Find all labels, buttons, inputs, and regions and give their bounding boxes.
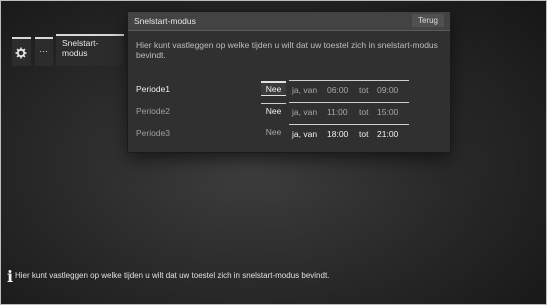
from-time[interactable]: 11:00 [327,107,348,117]
more-menu-button[interactable]: ··· [35,37,53,66]
info-text: Hier kunt vastleggen op welke tijden u w… [15,271,330,280]
to-time[interactable]: 09:00 [377,85,398,95]
dialog-title: Snelstart-modus [134,16,196,26]
from-time[interactable]: 18:00 [327,129,348,139]
dialog-description: Hier kunt vastleggen op welke tijden u w… [136,40,438,60]
period-row-1: Periode1 Nee ja, van 06:00 tot 09:00 [128,80,450,98]
tot-label: tot [359,129,369,139]
ja-van-label: ja, van [292,129,318,139]
time-range-option[interactable]: ja, van 11:00 tot 15:00 [289,102,409,119]
snelstart-dialog: Snelstart-modus Terug Hier kunt vastlegg… [128,12,450,152]
period-label: Periode1 [136,84,171,94]
from-time[interactable]: 06:00 [327,85,348,95]
tot-label: tot [359,85,369,95]
period-label: Periode3 [136,128,171,138]
nee-option[interactable]: Nee [261,81,286,96]
dialog-header: Snelstart-modus Terug [128,12,450,31]
snelstart-menu-label: Snelstart- modus [62,38,99,58]
snelstart-menu-item[interactable]: Snelstart- modus [56,34,124,66]
info-icon: i [7,267,14,286]
period-label: Periode2 [136,106,171,116]
tot-label: tot [359,107,369,117]
gear-icon [15,47,27,59]
to-time[interactable]: 15:00 [377,107,398,117]
to-time[interactable]: 21:00 [377,129,398,139]
time-range-option[interactable]: ja, van 06:00 tot 09:00 [289,80,409,97]
back-button[interactable]: Terug [411,14,444,27]
settings-menu-button[interactable] [12,37,31,66]
time-range-option[interactable]: ja, van 18:00 tot 21:00 [289,124,409,141]
ja-van-label: ja, van [292,85,318,95]
more-label: ··· [39,46,48,56]
nee-option[interactable]: Nee [261,125,286,140]
period-row-3: Periode3 Nee ja, van 18:00 tot 21:00 [128,124,450,142]
period-row-2: Periode2 Nee ja, van 11:00 tot 15:00 [128,102,450,120]
ja-van-label: ja, van [292,107,318,117]
nee-option[interactable]: Nee [261,103,286,118]
